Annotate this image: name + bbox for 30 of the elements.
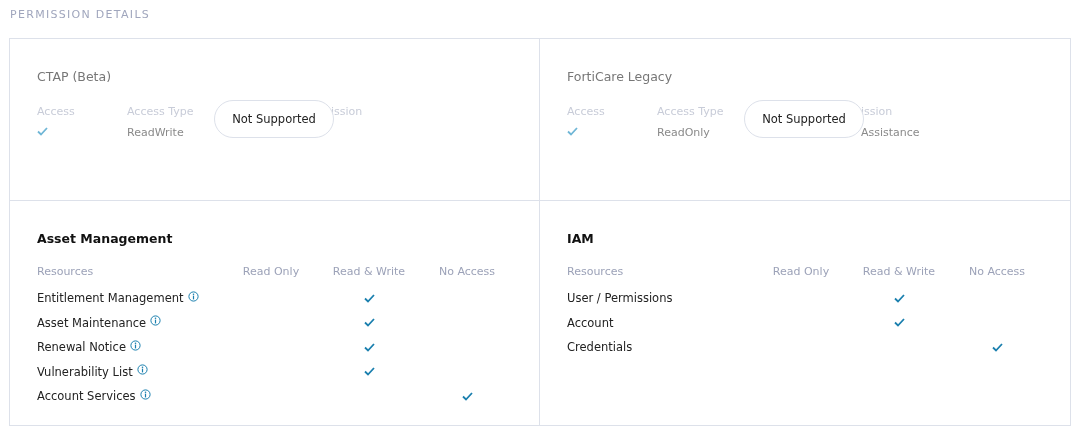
info-icon[interactable] <box>187 290 199 302</box>
info-icon[interactable] <box>150 315 162 327</box>
resource-name: Credentials <box>567 340 633 355</box>
column-header: Read & Write <box>332 265 406 278</box>
card-title: IAM <box>567 231 594 246</box>
column-header: Read & Write <box>862 265 936 278</box>
card-title: Asset Management <box>37 231 173 246</box>
column-header: Resources <box>37 265 94 278</box>
card-title: FortiCare Legacy <box>567 69 673 84</box>
info-icon[interactable] <box>136 364 148 376</box>
resource-name: Entitlement Management <box>37 291 184 306</box>
card-title: CTAP (Beta) <box>37 69 112 84</box>
resource-name: User / Permissions <box>567 291 673 306</box>
resource-name: Asset Maintenance <box>37 315 147 330</box>
resource-name: Vulnerability List <box>37 364 133 379</box>
status-pill: Not Supported <box>214 100 334 138</box>
resource-name: Renewal Notice <box>37 340 126 355</box>
access-type: ReadOnly <box>657 126 710 139</box>
column-header: Read Only <box>772 265 830 278</box>
section-title: PERMISSION DETAILS <box>10 8 152 22</box>
permission-value: Assistance <box>861 126 920 139</box>
column-header: Resources <box>567 265 624 278</box>
column-header: Read Only <box>242 265 300 278</box>
column-header: No Access <box>438 265 496 278</box>
resource-name: Account Services <box>37 389 136 404</box>
access-type: ReadWrite <box>127 126 184 139</box>
info-icon[interactable] <box>139 388 151 400</box>
resource-name: Account <box>567 315 614 330</box>
column-header: No Access <box>968 265 1026 278</box>
info-icon[interactable] <box>129 339 141 351</box>
